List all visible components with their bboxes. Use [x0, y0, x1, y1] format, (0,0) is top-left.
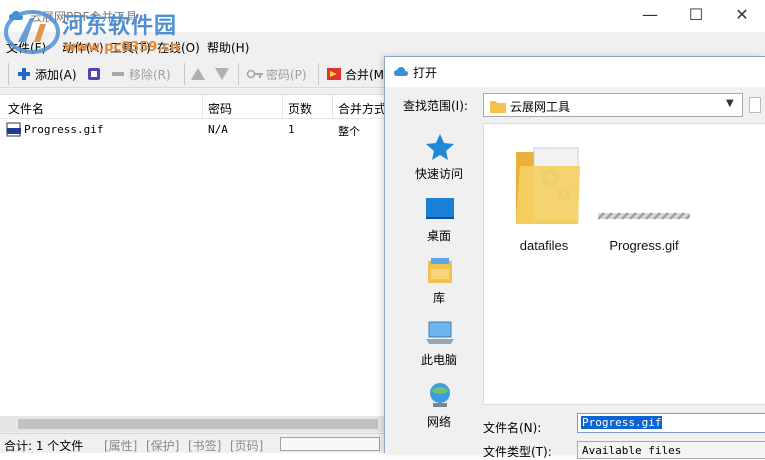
- network-icon: [430, 383, 450, 407]
- row-merge-mode: 整个: [338, 125, 360, 138]
- place-this-pc[interactable]: 此电脑: [397, 315, 481, 375]
- file-type-value: Available files: [582, 444, 682, 457]
- row-pages: 1: [288, 123, 295, 136]
- file-name-label: 文件名(N):: [483, 421, 542, 435]
- status-bookmarks[interactable]: [书签]: [188, 437, 221, 454]
- status-properties[interactable]: [属性]: [104, 437, 137, 454]
- look-in-dropdown[interactable]: 云展网工具 ▼: [483, 93, 743, 117]
- horizontal-scrollbar[interactable]: [0, 416, 384, 432]
- place-quick-access[interactable]: 快速访问: [397, 129, 481, 189]
- remove-button[interactable]: 移除(R): [110, 65, 171, 83]
- desktop-icon: [426, 198, 454, 219]
- table-row[interactable]: Progress.gif N/A 1 整个: [0, 121, 384, 139]
- pdf-file-icon: [6, 122, 21, 137]
- column-divider[interactable]: [282, 95, 283, 119]
- minimize-button[interactable]: —: [627, 0, 673, 32]
- arrow-up-icon: [191, 68, 205, 80]
- column-merge-mode[interactable]: 合并方式: [338, 100, 386, 117]
- computer-icon: [426, 321, 454, 344]
- password-button[interactable]: 密码(P): [246, 65, 307, 83]
- column-password[interactable]: 密码: [208, 100, 232, 117]
- add-button[interactable]: 添加(A): [16, 65, 77, 83]
- file-item-progress-gif[interactable]: Progress.gif: [594, 132, 694, 258]
- row-filename: Progress.gif: [24, 123, 104, 136]
- move-up-button[interactable]: [190, 65, 206, 83]
- place-desktop[interactable]: 桌面: [397, 191, 481, 251]
- back-button[interactable]: [749, 97, 761, 113]
- status-total: 合计: 1 个文件: [4, 439, 84, 453]
- toolbar-separator: [184, 63, 185, 85]
- folder-icon: [490, 101, 506, 113]
- column-divider[interactable]: [332, 95, 333, 119]
- toolbar-separator: [238, 63, 239, 85]
- star-icon: [426, 134, 454, 160]
- app-window: 云展网PDF合并工具 — ☐ ✕ 河东软件园 www.pc0359.cn 文件(…: [0, 0, 765, 459]
- file-type-dropdown[interactable]: Available files: [577, 441, 765, 459]
- place-label: 网络: [426, 415, 451, 429]
- place-label: 快速访问: [414, 167, 463, 181]
- column-divider[interactable]: [202, 95, 203, 119]
- gif-thumbnail-icon: [598, 212, 690, 220]
- watermark-text: 河东软件园: [62, 14, 178, 39]
- status-bar: 合计: 1 个文件 [属性] [保护] [书签] [页码]: [0, 433, 384, 453]
- place-library[interactable]: 库: [397, 253, 481, 313]
- places-bar: 快速访问 桌面 库 此电脑 网络: [397, 123, 481, 429]
- column-filename[interactable]: 文件名: [8, 100, 44, 117]
- merge-button[interactable]: 合并(M): [326, 65, 389, 83]
- file-browser[interactable]: datafiles Progress.gif: [483, 123, 765, 405]
- add-button-label: 添加(A): [35, 67, 77, 82]
- cloud-app-icon: [394, 67, 408, 76]
- place-label: 桌面: [426, 229, 451, 243]
- merge-button-label: 合并(M): [345, 67, 389, 82]
- maximize-button[interactable]: ☐: [673, 0, 719, 32]
- toolbar-grip: [8, 63, 9, 85]
- dialog-title-bar: 打开: [385, 57, 765, 87]
- file-list[interactable]: 文件名 密码 页数 合并方式 Progress.gif N/A 1 整个: [0, 94, 386, 416]
- file-item-label: Progress.gif: [609, 238, 679, 253]
- place-network[interactable]: 网络: [397, 377, 481, 437]
- watermark-logo-icon: [4, 10, 60, 54]
- look-in-label: 查找范围(I):: [403, 99, 468, 113]
- file-name-input[interactable]: Progress.gif: [577, 413, 765, 433]
- merge-icon: [327, 68, 341, 80]
- toolbar-separator: [318, 63, 319, 85]
- close-button[interactable]: ✕: [719, 0, 765, 32]
- status-pages[interactable]: [页码]: [230, 437, 263, 454]
- file-item-datafiles[interactable]: datafiles: [494, 132, 594, 258]
- move-down-button[interactable]: [214, 65, 230, 83]
- list-header: 文件名 密码 页数 合并方式: [0, 95, 386, 119]
- open-dialog: 打开 查找范围(I): 云展网工具 ▼ 快速访问 桌面 库 此电脑 网络 dat…: [384, 56, 765, 459]
- file-name-value: Progress.gif: [581, 416, 663, 429]
- watermark-url: www.pc0359.cn: [64, 40, 180, 55]
- file-item-label: datafiles: [519, 238, 569, 253]
- status-protect[interactable]: [保护]: [146, 437, 179, 454]
- status-progress-box: [280, 437, 380, 451]
- password-button-label: 密码(P): [266, 67, 307, 82]
- menu-help[interactable]: 帮助(H): [207, 39, 249, 56]
- column-pages[interactable]: 页数: [288, 100, 312, 117]
- place-label: 库: [432, 291, 445, 305]
- library-icon: [428, 258, 452, 283]
- look-in-value: 云展网工具: [510, 100, 571, 114]
- row-password: N/A: [208, 123, 228, 136]
- key-icon: [246, 69, 263, 79]
- dialog-title: 打开: [413, 66, 438, 80]
- file-type-label: 文件类型(T):: [483, 445, 552, 459]
- minus-icon: [112, 72, 124, 76]
- remove-button-label: 移除(R): [129, 67, 171, 82]
- chevron-down-icon: ▼: [726, 98, 734, 109]
- arrow-down-icon: [215, 68, 229, 80]
- place-label: 此电脑: [420, 353, 457, 367]
- plus-icon: [18, 68, 30, 80]
- folder-icon: [516, 147, 580, 224]
- scrollbar-thumb[interactable]: [18, 419, 378, 429]
- clear-button[interactable]: [86, 65, 102, 83]
- clear-list-icon: [88, 68, 100, 80]
